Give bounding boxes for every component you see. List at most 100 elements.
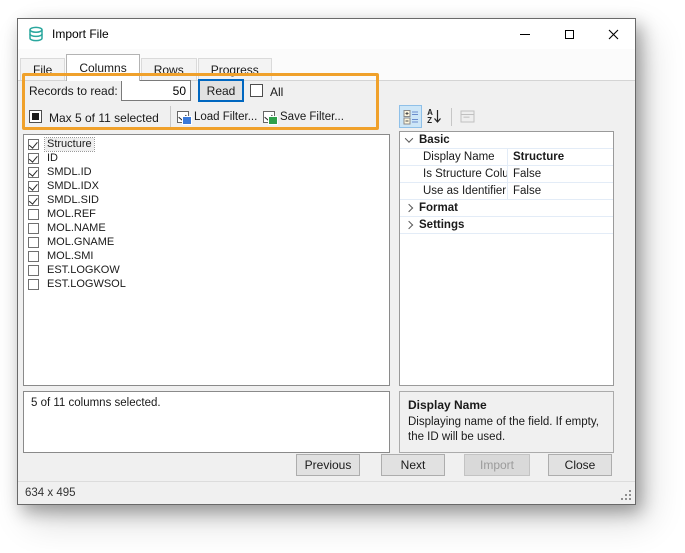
resize-grip-icon[interactable] bbox=[629, 498, 631, 500]
list-item[interactable]: EST.LOGKOW bbox=[26, 263, 389, 277]
max-selected-checkbox[interactable] bbox=[29, 110, 42, 123]
list-item[interactable]: ID bbox=[26, 151, 389, 165]
item-checkbox[interactable] bbox=[28, 195, 39, 206]
status-bar: 634 x 495 bbox=[18, 481, 635, 504]
close-dialog-button-label: Close bbox=[565, 458, 596, 472]
item-label: MOL.REF bbox=[45, 208, 98, 221]
property-label: Is Structure Column bbox=[417, 166, 508, 182]
property-row-is-structure-column[interactable]: Is Structure Column False bbox=[400, 166, 613, 183]
property-label: Display Name bbox=[417, 149, 508, 165]
tab-file[interactable]: File bbox=[20, 58, 65, 80]
property-description-panel: Display Name Displaying name of the fiel… bbox=[399, 391, 614, 453]
previous-button[interactable]: Previous bbox=[296, 454, 360, 476]
list-item[interactable]: EST.LOGWSOL bbox=[26, 277, 389, 291]
property-value[interactable]: False bbox=[508, 185, 541, 197]
categorized-view-icon bbox=[403, 109, 419, 125]
tab-file-label: File bbox=[33, 63, 52, 77]
item-checkbox[interactable] bbox=[28, 167, 39, 178]
categorized-view-button[interactable] bbox=[399, 105, 422, 128]
list-item[interactable]: SMDL.SID bbox=[26, 193, 389, 207]
item-checkbox[interactable] bbox=[28, 209, 39, 220]
tab-progress[interactable]: Progress bbox=[198, 58, 272, 80]
records-to-read-input[interactable] bbox=[121, 80, 191, 101]
list-item[interactable]: MOL.NAME bbox=[26, 221, 389, 235]
item-checkbox[interactable] bbox=[28, 251, 39, 262]
read-button[interactable]: Read bbox=[198, 79, 244, 102]
alphabetical-sort-button[interactable]: A Z bbox=[423, 105, 446, 128]
item-label: EST.LOGKOW bbox=[45, 264, 122, 277]
item-checkbox[interactable] bbox=[28, 139, 39, 150]
category-settings[interactable]: Settings bbox=[400, 217, 613, 234]
item-checkbox[interactable] bbox=[28, 223, 39, 234]
close-dialog-button[interactable]: Close bbox=[548, 454, 612, 476]
property-pages-button[interactable] bbox=[456, 105, 479, 128]
list-item[interactable]: SMDL.IDX bbox=[26, 179, 389, 193]
dimensions-text: 634 x 495 bbox=[25, 487, 76, 499]
item-checkbox[interactable] bbox=[28, 279, 39, 290]
load-filter-icon bbox=[177, 111, 189, 123]
save-filter-button[interactable]: Save Filter... bbox=[263, 109, 344, 125]
item-checkbox[interactable] bbox=[28, 181, 39, 192]
item-checkbox[interactable] bbox=[28, 153, 39, 164]
category-format[interactable]: Format bbox=[400, 200, 613, 217]
chevron-down-icon bbox=[404, 134, 412, 142]
item-checkbox[interactable] bbox=[28, 237, 39, 248]
list-item[interactable]: SMDL.ID bbox=[26, 165, 389, 179]
property-value[interactable]: False bbox=[508, 168, 541, 180]
property-grid-toolbar: A Z bbox=[399, 104, 480, 129]
category-label: Basic bbox=[419, 134, 450, 146]
list-item[interactable]: MOL.REF bbox=[26, 207, 389, 221]
property-label: Use as Identifier bbox=[417, 183, 508, 199]
toolbar-separator bbox=[451, 108, 452, 126]
import-file-dialog: Import File File Columns Rows Pr bbox=[17, 18, 636, 505]
app-icon bbox=[28, 26, 44, 42]
close-button[interactable] bbox=[591, 19, 635, 49]
list-item[interactable]: MOL.GNAME bbox=[26, 235, 389, 249]
minimize-button[interactable] bbox=[503, 19, 547, 49]
all-checkbox-label: All bbox=[270, 85, 283, 99]
save-filter-label: Save Filter... bbox=[280, 111, 344, 123]
tab-columns-label: Columns bbox=[79, 61, 126, 75]
alphabetical-sort-icon: A Z bbox=[427, 109, 442, 124]
category-label: Settings bbox=[419, 219, 464, 231]
item-label: SMDL.SID bbox=[45, 194, 101, 207]
category-basic[interactable]: Basic bbox=[400, 132, 613, 149]
close-icon bbox=[608, 29, 619, 40]
property-row-display-name[interactable]: Display Name Structure bbox=[400, 149, 613, 166]
list-item[interactable]: Structure bbox=[26, 137, 389, 151]
load-filter-label: Load Filter... bbox=[194, 111, 257, 123]
window-title: Import File bbox=[52, 27, 109, 41]
description-title: Display Name bbox=[408, 398, 605, 412]
minimize-icon bbox=[520, 34, 530, 35]
title-bar: Import File bbox=[18, 19, 635, 49]
chevron-right-icon bbox=[404, 204, 412, 212]
category-label: Format bbox=[419, 202, 458, 214]
item-label: SMDL.ID bbox=[45, 166, 94, 179]
tab-rows[interactable]: Rows bbox=[141, 58, 197, 80]
previous-button-label: Previous bbox=[305, 458, 352, 472]
next-button-label: Next bbox=[401, 458, 426, 472]
item-label: ID bbox=[45, 152, 60, 165]
column-checklist[interactable]: Structure ID SMDL.ID SMDL.IDX SMDL.SID M… bbox=[23, 134, 390, 386]
item-label: EST.LOGWSOL bbox=[45, 278, 128, 291]
next-button[interactable]: Next bbox=[381, 454, 445, 476]
tab-columns[interactable]: Columns bbox=[66, 54, 139, 81]
selection-summary-text: 5 of 11 columns selected. bbox=[31, 397, 161, 409]
property-value[interactable]: Structure bbox=[508, 151, 564, 163]
item-checkbox[interactable] bbox=[28, 265, 39, 276]
property-grid[interactable]: Basic Display Name Structure Is Structur… bbox=[399, 131, 614, 386]
property-row-use-as-identifier[interactable]: Use as Identifier False bbox=[400, 183, 613, 200]
item-label: MOL.NAME bbox=[45, 222, 108, 235]
property-pages-icon bbox=[460, 110, 476, 124]
list-item[interactable]: MOL.SMI bbox=[26, 249, 389, 263]
maximize-icon bbox=[565, 30, 574, 39]
all-checkbox[interactable] bbox=[250, 84, 263, 97]
tab-progress-label: Progress bbox=[211, 63, 259, 77]
save-filter-icon bbox=[263, 111, 275, 123]
import-button[interactable]: Import bbox=[464, 454, 530, 476]
chevron-right-icon bbox=[404, 221, 412, 229]
load-filter-button[interactable]: Load Filter... bbox=[177, 109, 257, 125]
item-label: SMDL.IDX bbox=[45, 180, 101, 193]
maximize-button[interactable] bbox=[547, 19, 591, 49]
read-button-label: Read bbox=[207, 84, 236, 98]
